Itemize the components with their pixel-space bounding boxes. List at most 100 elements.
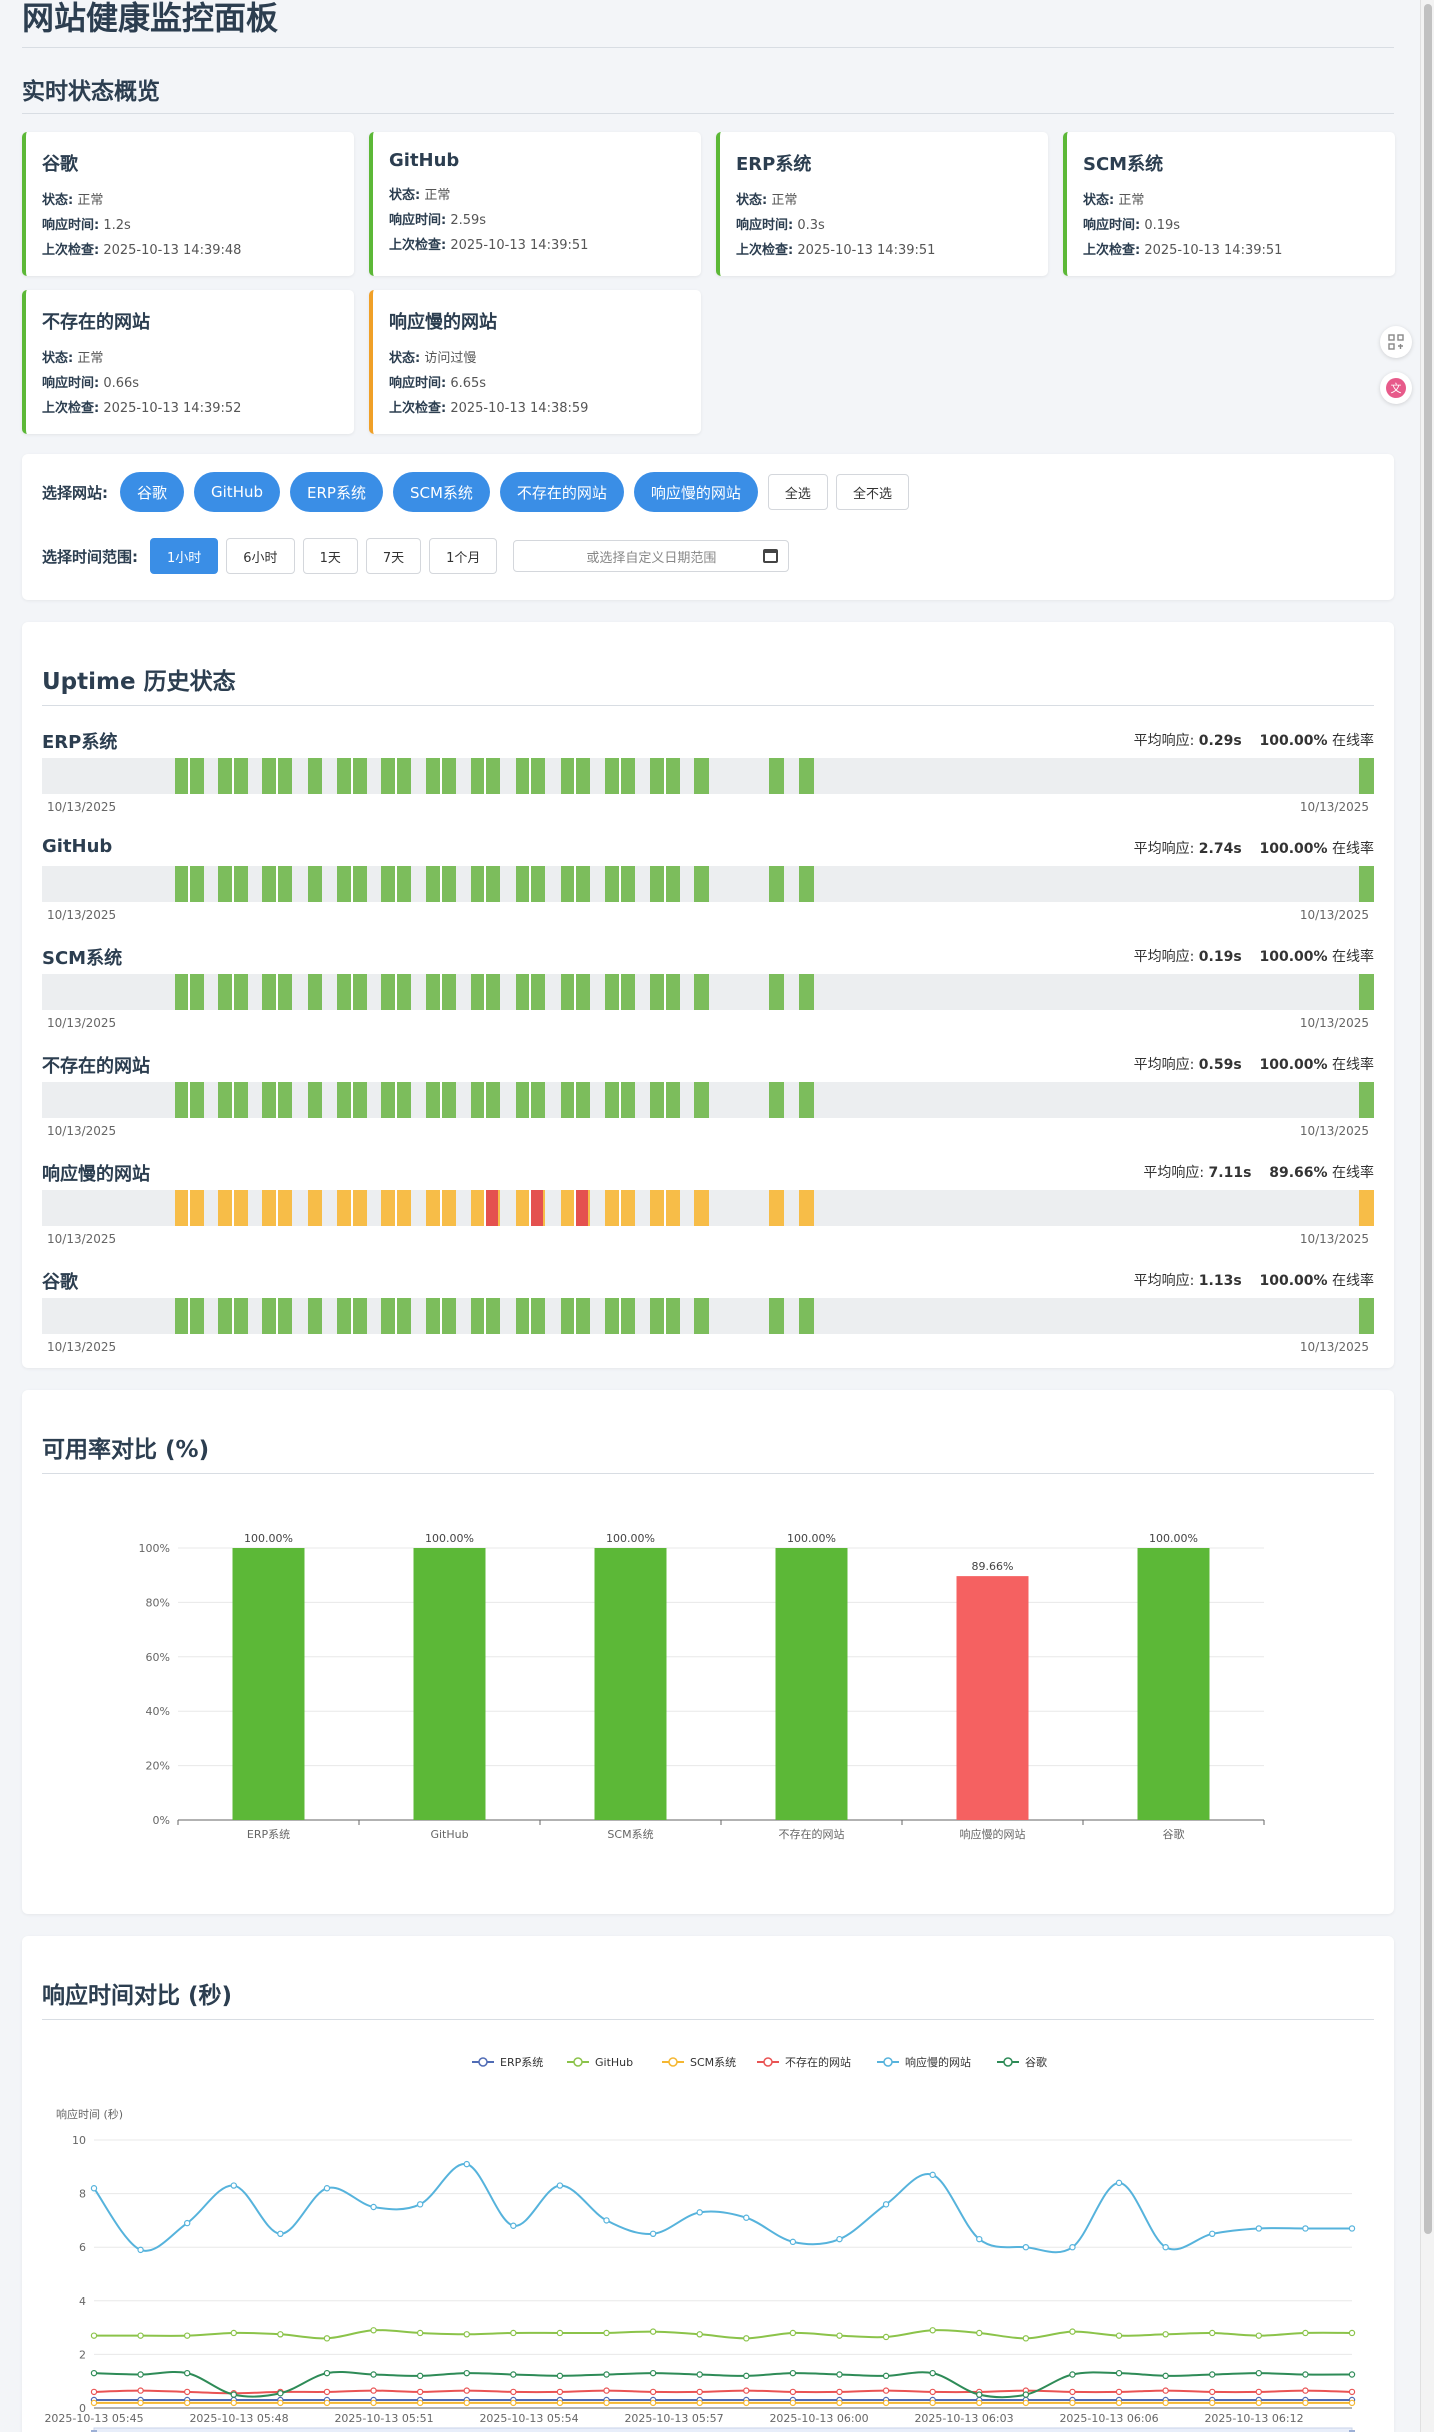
uptime-segment[interactable]	[307, 1082, 323, 1118]
series-point[interactable]	[416, 2329, 424, 2337]
series-point[interactable]	[1022, 2243, 1030, 2251]
series-point[interactable]	[1255, 2388, 1263, 2396]
uptime-segment[interactable]	[307, 758, 323, 794]
series-point[interactable]	[556, 2388, 564, 2396]
series-point[interactable]	[277, 2399, 284, 2407]
series-point[interactable]	[416, 2399, 424, 2407]
series-point[interactable]	[183, 2332, 191, 2339]
uptime-segment[interactable]	[694, 1082, 709, 1118]
series-point[interactable]	[649, 2230, 657, 2237]
series-point[interactable]	[1209, 2329, 1216, 2337]
series-point[interactable]	[836, 2399, 843, 2407]
series-point[interactable]	[1209, 2399, 1216, 2407]
legend-entry[interactable]: ERP系统	[500, 2056, 543, 2069]
series-point[interactable]	[743, 2399, 750, 2407]
series-point[interactable]	[510, 2222, 517, 2229]
series-point[interactable]	[556, 2182, 564, 2189]
series-line[interactable]	[93, 2163, 1352, 2254]
uptime-segment[interactable]	[769, 974, 784, 1010]
series-point[interactable]	[882, 2387, 890, 2394]
series-point[interactable]	[649, 2328, 657, 2335]
series-point[interactable]	[696, 2371, 703, 2378]
series-point[interactable]	[1255, 2399, 1263, 2407]
series-point[interactable]	[976, 2235, 983, 2243]
series-point[interactable]	[1302, 2225, 1309, 2232]
series-point[interactable]	[789, 2329, 797, 2337]
series-point[interactable]	[556, 2329, 564, 2337]
series-point[interactable]	[696, 2331, 703, 2338]
site-chip[interactable]: GitHub	[194, 472, 280, 512]
series-point[interactable]	[603, 2329, 610, 2337]
series-point[interactable]	[649, 2369, 657, 2377]
series-point[interactable]	[836, 2332, 843, 2339]
range-button[interactable]: 1小时	[150, 538, 219, 574]
page-scrollbar[interactable]	[1420, 0, 1434, 2432]
series-point[interactable]	[230, 2399, 237, 2407]
uptime-segment[interactable]	[1358, 1190, 1374, 1226]
legend-entry[interactable]: GitHub	[595, 2056, 633, 2069]
series-point[interactable]	[463, 2331, 470, 2338]
uptime-segment[interactable]	[1358, 866, 1374, 902]
uptime-segment[interactable]	[769, 1298, 784, 1334]
legend-entry[interactable]: SCM系统	[690, 2056, 736, 2069]
uptime-segment[interactable]	[769, 1082, 784, 1118]
series-point[interactable]	[90, 2332, 98, 2339]
availability-bar[interactable]	[1137, 1548, 1210, 1820]
series-point[interactable]	[230, 2182, 237, 2189]
series-point[interactable]	[743, 2387, 750, 2394]
uptime-segment[interactable]	[799, 1298, 814, 1334]
series-point[interactable]	[323, 2369, 331, 2377]
select-all-button[interactable]: 全选	[767, 474, 828, 510]
series-point[interactable]	[510, 2329, 517, 2337]
series-point[interactable]	[929, 2327, 936, 2334]
series-point[interactable]	[1162, 2399, 1169, 2407]
series-point[interactable]	[183, 2388, 191, 2396]
series-point[interactable]	[370, 2327, 377, 2334]
series-point[interactable]	[1162, 2387, 1169, 2394]
series-point[interactable]	[929, 2171, 936, 2179]
availability-bar[interactable]	[775, 1548, 848, 1820]
series-point[interactable]	[1115, 2388, 1123, 2396]
uptime-segment[interactable]	[694, 974, 709, 1010]
series-point[interactable]	[1069, 2388, 1076, 2396]
series-point[interactable]	[137, 2246, 144, 2254]
series-point[interactable]	[836, 2388, 843, 2396]
series-point[interactable]	[1348, 2388, 1356, 2396]
uptime-segment[interactable]	[769, 758, 784, 794]
uptime-segment[interactable]	[307, 1298, 323, 1334]
series-point[interactable]	[90, 2399, 98, 2407]
series-point[interactable]	[976, 2399, 983, 2407]
availability-bar[interactable]	[956, 1576, 1029, 1820]
series-point[interactable]	[183, 2399, 191, 2407]
series-point[interactable]	[1115, 2179, 1123, 2187]
site-chip[interactable]: 谷歌	[120, 472, 185, 512]
series-point[interactable]	[90, 2369, 98, 2377]
uptime-segment[interactable]	[1358, 974, 1374, 1010]
series-point[interactable]	[370, 2203, 377, 2211]
uptime-segment[interactable]	[307, 866, 323, 902]
series-point[interactable]	[1348, 2225, 1356, 2232]
series-point[interactable]	[743, 2335, 750, 2342]
series-point[interactable]	[1348, 2329, 1356, 2337]
legend-entry[interactable]: 不存在的网站	[785, 2055, 851, 2069]
range-button[interactable]: 6小时	[226, 538, 295, 574]
uptime-segment[interactable]	[307, 1190, 323, 1226]
series-point[interactable]	[929, 2369, 936, 2377]
uptime-segment[interactable]	[1358, 1082, 1374, 1118]
series-point[interactable]	[277, 2230, 284, 2237]
series-point[interactable]	[137, 2387, 144, 2394]
uptime-segment[interactable]	[307, 974, 323, 1010]
series-point[interactable]	[230, 2391, 237, 2398]
series-point[interactable]	[1348, 2399, 1356, 2407]
series-point[interactable]	[1162, 2243, 1169, 2251]
series-point[interactable]	[789, 2388, 797, 2396]
series-point[interactable]	[510, 2388, 517, 2396]
uptime-segment[interactable]	[1358, 758, 1374, 794]
series-point[interactable]	[463, 2369, 470, 2377]
site-chip[interactable]: 响应慢的网站	[633, 472, 758, 512]
uptime-segment[interactable]	[694, 1190, 709, 1226]
series-point[interactable]	[323, 2388, 331, 2396]
legend-entry[interactable]: 响应慢的网站	[905, 2055, 971, 2069]
series-point[interactable]	[137, 2399, 144, 2407]
series-point[interactable]	[90, 2388, 98, 2396]
